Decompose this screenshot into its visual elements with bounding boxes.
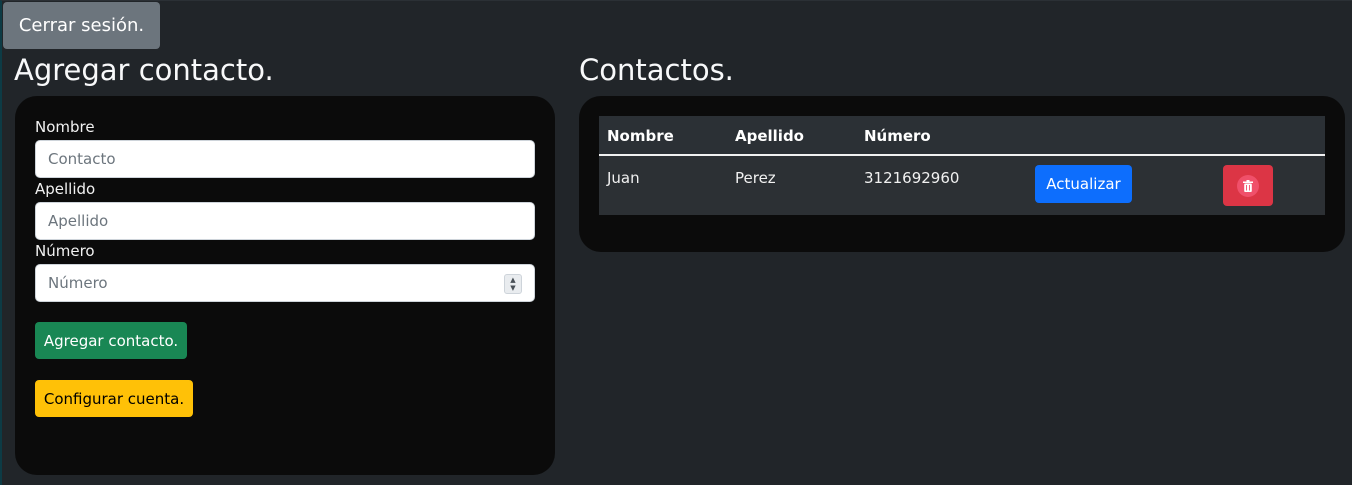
numero-label: Número bbox=[35, 242, 95, 260]
cell-nombre: Juan bbox=[607, 169, 640, 187]
contacts-title: Contactos. bbox=[579, 53, 734, 87]
add-contact-title: Agregar contacto. bbox=[14, 53, 274, 87]
column-header-numero: Número bbox=[864, 127, 931, 145]
update-contact-button[interactable]: Actualizar bbox=[1035, 165, 1132, 203]
chevron-up-icon[interactable]: ▲ bbox=[510, 276, 515, 284]
column-header-nombre: Nombre bbox=[607, 127, 674, 145]
number-spinner[interactable]: ▲ ▼ bbox=[504, 274, 522, 294]
numero-placeholder: Número bbox=[48, 274, 108, 292]
add-contact-button[interactable]: Agregar contacto. bbox=[35, 322, 187, 359]
nombre-input[interactable]: Contacto bbox=[35, 140, 535, 178]
trash-icon bbox=[1237, 174, 1259, 197]
contacts-card: Nombre Apellido Número Juan Perez 312169… bbox=[579, 96, 1345, 252]
numero-input[interactable]: Número ▲ ▼ bbox=[35, 264, 535, 302]
table-row: Juan Perez 3121692960 Actualizar bbox=[599, 156, 1325, 215]
logout-button[interactable]: Cerrar sesión. bbox=[3, 2, 160, 49]
chevron-down-icon[interactable]: ▼ bbox=[510, 284, 515, 292]
nombre-placeholder: Contacto bbox=[48, 150, 116, 168]
contacts-table: Nombre Apellido Número Juan Perez 312169… bbox=[599, 116, 1325, 215]
column-header-apellido: Apellido bbox=[735, 127, 804, 145]
apellido-placeholder: Apellido bbox=[48, 212, 109, 230]
add-contact-form: Nombre Contacto Apellido Apellido Número… bbox=[15, 96, 555, 475]
cell-apellido: Perez bbox=[735, 169, 776, 187]
apellido-input[interactable]: Apellido bbox=[35, 202, 535, 240]
apellido-label: Apellido bbox=[35, 180, 96, 198]
delete-contact-button[interactable] bbox=[1223, 165, 1273, 206]
configure-account-button[interactable]: Configurar cuenta. bbox=[35, 380, 193, 417]
cell-numero: 3121692960 bbox=[864, 169, 960, 187]
table-header: Nombre Apellido Número bbox=[599, 116, 1325, 156]
nombre-label: Nombre bbox=[35, 118, 95, 136]
